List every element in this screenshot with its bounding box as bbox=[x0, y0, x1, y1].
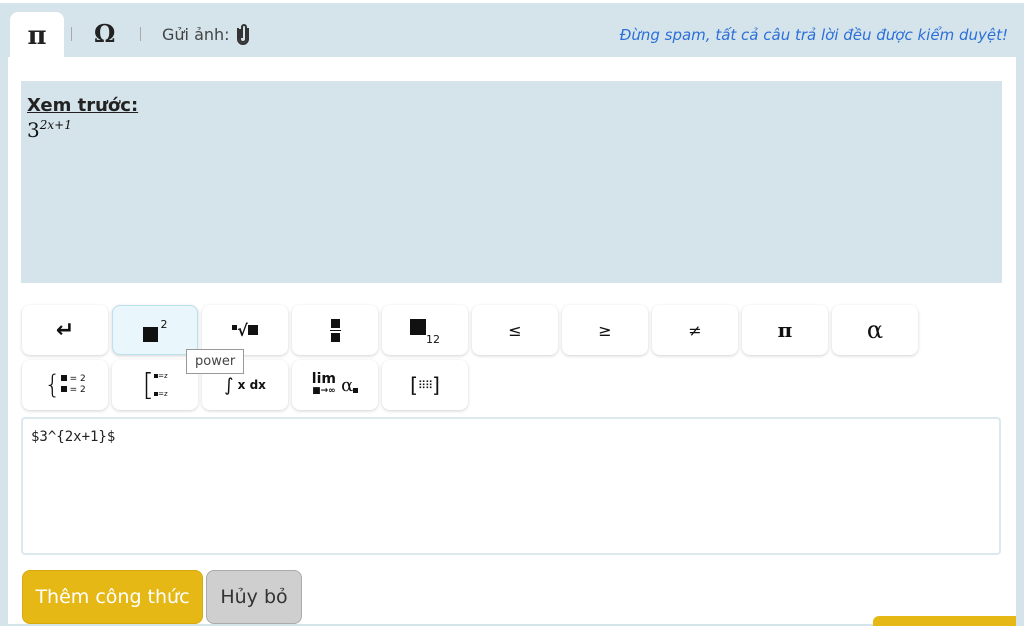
system-row: = 2 bbox=[60, 374, 86, 385]
square-icon bbox=[247, 325, 258, 335]
pi-button[interactable]: π bbox=[742, 305, 828, 355]
formula-editor: Xem trước: 32x+1 ↵ 2 √ 12 ≤ ≥ ≠ π α { = … bbox=[8, 57, 1016, 624]
alpha-button[interactable]: α bbox=[832, 305, 918, 355]
integral-icon: ∫ bbox=[224, 374, 234, 396]
preview-title: Xem trước: bbox=[27, 95, 139, 116]
subscript-icon: 12 bbox=[426, 332, 440, 346]
tab-special-chars[interactable]: Ω bbox=[94, 19, 115, 48]
limit-icon: lim ■→∞ bbox=[311, 371, 336, 396]
not-equal-button[interactable]: ≠ bbox=[652, 305, 738, 355]
integral-label: x dx bbox=[237, 378, 266, 392]
math-base: 3 bbox=[27, 118, 40, 142]
fraction-button[interactable] bbox=[292, 305, 378, 355]
preview-math: 32x+1 bbox=[27, 118, 996, 142]
matrix-icon: [⠿⠿] bbox=[410, 373, 440, 397]
alpha-icon: α bbox=[341, 374, 354, 396]
add-formula-button[interactable]: Thêm công thức bbox=[22, 570, 203, 624]
pi-icon: π bbox=[777, 318, 793, 342]
system-row: =z bbox=[154, 372, 168, 380]
newline-button[interactable]: ↵ bbox=[22, 305, 108, 355]
math-exponent: 2x+1 bbox=[39, 118, 72, 132]
matrix-button[interactable]: [⠿⠿] bbox=[382, 360, 468, 410]
system-row: = 2 bbox=[60, 385, 86, 396]
upload-label: Gửi ảnh: bbox=[162, 24, 230, 44]
system-row: =z bbox=[154, 390, 168, 398]
pi-icon: π bbox=[27, 21, 47, 51]
alpha-icon: α bbox=[866, 316, 884, 344]
root-button[interactable]: √ bbox=[202, 305, 288, 355]
square-icon bbox=[353, 387, 359, 393]
preview-panel: Xem trước: 32x+1 bbox=[21, 81, 1002, 283]
subscript-button[interactable]: 12 bbox=[382, 305, 468, 355]
enter-icon: ↵ bbox=[55, 317, 75, 343]
brace-icon: { bbox=[44, 370, 61, 400]
divider bbox=[71, 27, 72, 41]
power-icon: 2 bbox=[160, 317, 168, 331]
greater-equal-button[interactable]: ≥ bbox=[562, 305, 648, 355]
square-icon bbox=[410, 319, 426, 335]
cancel-button[interactable]: Hủy bỏ bbox=[206, 570, 302, 624]
moderation-notice: Đừng spam, tất cả câu trả lời đều được k… bbox=[619, 26, 1008, 44]
limit-button[interactable]: lim ■→∞ α bbox=[292, 360, 378, 410]
less-equal-icon: ≤ bbox=[508, 320, 522, 340]
greater-equal-icon: ≥ bbox=[598, 320, 612, 340]
less-equal-button[interactable]: ≤ bbox=[472, 305, 558, 355]
fraction-bar-icon bbox=[329, 329, 341, 331]
power-button[interactable]: 2 bbox=[112, 305, 198, 355]
square-icon bbox=[330, 332, 340, 342]
omega-icon: Ω bbox=[94, 19, 116, 48]
square-icon bbox=[142, 326, 158, 342]
square-icon bbox=[330, 318, 340, 328]
bracket-icon: [ bbox=[142, 367, 155, 403]
divider bbox=[140, 27, 141, 41]
editor-header: π Ω Gửi ảnh: Đừng spam, tất cả câu trả l… bbox=[0, 0, 1024, 60]
paperclip-icon bbox=[236, 24, 249, 45]
root-icon: √ bbox=[237, 320, 248, 340]
floating-button-edge[interactable] bbox=[873, 616, 1016, 626]
tooltip: power bbox=[186, 349, 245, 374]
system-button[interactable]: { = 2 = 2 bbox=[22, 360, 108, 410]
upload-image-button[interactable]: Gửi ảnh: bbox=[162, 23, 250, 45]
tab-math-symbols[interactable]: π bbox=[10, 12, 64, 60]
latex-input[interactable]: $3^{2x+1}$ bbox=[21, 417, 1001, 555]
not-equal-icon: ≠ bbox=[688, 320, 702, 340]
